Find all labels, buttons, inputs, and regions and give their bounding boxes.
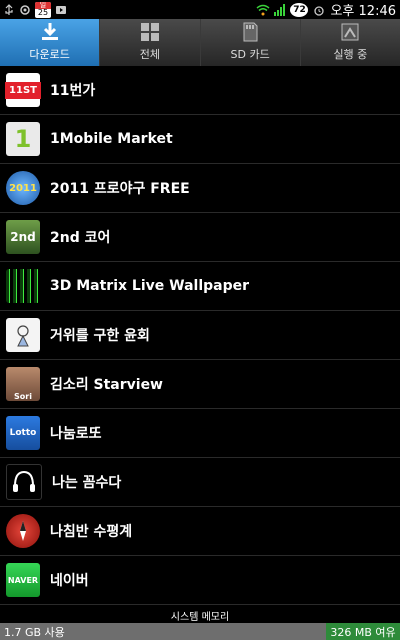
sdcard-icon (238, 21, 262, 43)
app-icon-text: 11ST (5, 81, 41, 99)
running-icon (338, 21, 362, 43)
list-item[interactable]: 1 1Mobile Market (0, 115, 400, 164)
tab-running[interactable]: 실행 중 (301, 19, 400, 66)
app-name: 거위를 구한 윤회 (50, 328, 150, 344)
tab-sdcard-label: SD 카드 (230, 48, 270, 61)
settings-notif-icon (19, 4, 31, 16)
2nd-core-icon: 2nd (6, 220, 40, 254)
app-name: 나눔로또 (50, 426, 102, 442)
app-name: 3D Matrix Live Wallpaper (50, 278, 250, 294)
list-item[interactable]: NAVER 네이버 (0, 556, 400, 605)
tab-all-label: 전체 (139, 48, 160, 61)
memory-used: 1.7 GB 사용 (4, 625, 65, 639)
tab-sdcard[interactable]: SD 카드 (201, 19, 301, 66)
app-name: 11번가 (50, 83, 96, 99)
tab-download[interactable]: 다운로드 (0, 19, 101, 66)
alarm-icon (313, 4, 325, 16)
memory-free: 326 MB 여유 (326, 623, 400, 640)
clock: 오후 12:46 (330, 4, 396, 19)
podcast-icon (6, 464, 42, 500)
naver-icon: NAVER (6, 563, 40, 597)
11st-icon: 11ST (5, 73, 41, 107)
signal-icon (273, 3, 286, 16)
grid-icon (138, 21, 162, 43)
app-name: 네이버 (50, 573, 89, 589)
list-item[interactable]: 11ST 11번가 (0, 66, 400, 115)
baseball-icon: 2011 (6, 171, 40, 205)
tab-running-label: 실행 중 (333, 48, 368, 61)
download-icon (38, 21, 62, 43)
list-item[interactable]: 2011 2011 프로야구 FREE (0, 164, 400, 213)
wifi-icon (256, 4, 270, 16)
app-name: 나는 꼼수다 (52, 475, 122, 491)
tab-bar: 다운로드 전체 SD 카드 실행 중 (0, 19, 400, 66)
lotto-icon: Lotto (6, 416, 40, 450)
list-item[interactable]: 3D Matrix Live Wallpaper (0, 262, 400, 311)
memory-bar: 1.7 GB 사용 326 MB 여유 (0, 623, 400, 640)
battery-level: 72 (290, 2, 309, 17)
app-name: 1Mobile Market (50, 131, 173, 147)
list-item[interactable]: Sori 김소리 Starview (0, 360, 400, 409)
tab-all[interactable]: 전체 (100, 19, 201, 66)
tab-download-label: 다운로드 (29, 48, 70, 61)
status-bar: 일 25 72 오후 12:46 (0, 0, 400, 19)
calendar-icon: 일 25 (35, 1, 51, 18)
goose-icon (6, 318, 40, 352)
app-name: 김소리 Starview (50, 377, 163, 393)
list-item[interactable]: 나침반 수평계 (0, 507, 400, 556)
compass-icon (6, 514, 40, 548)
list-item[interactable]: Lotto 나눔로또 (0, 409, 400, 458)
list-item[interactable]: 나는 꼼수다 (0, 458, 400, 507)
starview-icon: Sori (6, 367, 40, 401)
usb-icon (3, 3, 15, 16)
matrix-icon (6, 269, 40, 303)
1mobile-icon: 1 (6, 122, 40, 156)
play-store-icon (55, 4, 67, 16)
list-item[interactable]: 거위를 구한 윤회 (0, 311, 400, 360)
memory-label: 시스템 메모리 (170, 612, 230, 623)
calendar-day: 25 (37, 7, 49, 17)
app-name: 나침반 수평계 (50, 524, 133, 540)
app-name: 2011 프로야구 FREE (50, 181, 190, 197)
app-list: 11ST 11번가 1 1Mobile Market 2011 2011 프로야… (0, 66, 400, 606)
list-item[interactable]: 2nd 2nd 코어 (0, 213, 400, 262)
app-name: 2nd 코어 (50, 230, 111, 246)
